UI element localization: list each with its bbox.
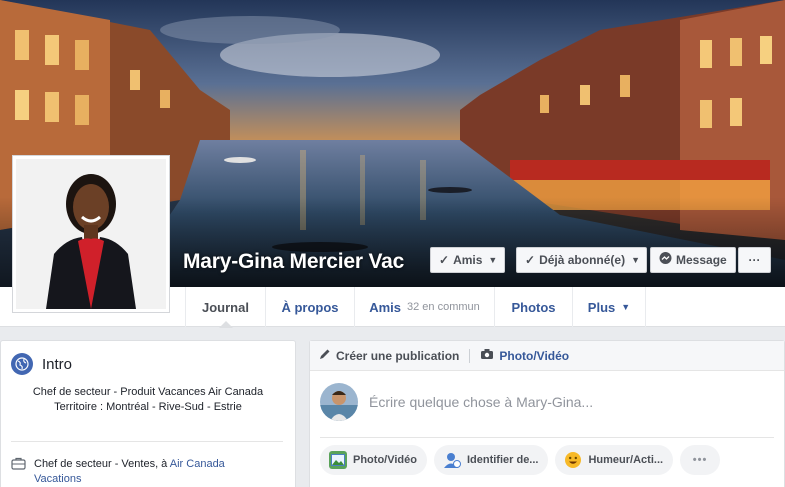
tag-person-icon (443, 451, 461, 469)
divider (11, 441, 283, 442)
profile-name[interactable]: Mary-Gina Mercier Vac (183, 250, 404, 274)
profile-photo-illustration (16, 159, 166, 309)
composer-avatar (320, 383, 358, 421)
caret-down-icon: ▼ (631, 255, 640, 265)
intro-bio-line: Chef de secteur - Produit Vacances Air C… (32, 386, 264, 398)
tab-friends-label: Amis (369, 299, 402, 315)
message-button[interactable]: Message (650, 247, 736, 273)
feeling-activity-button[interactable]: Humeur/Acti... (555, 445, 674, 475)
intro-title: Intro (42, 355, 73, 373)
check-icon: ✓ (439, 253, 450, 267)
work-title: Chef de secteur - Ventes, à (34, 458, 168, 470)
caret-down-icon: ▼ (621, 302, 631, 312)
work-company-link[interactable]: Air Canada (170, 458, 225, 470)
following-button[interactable]: ✓ Déjà abonné(e) ▼ (516, 247, 647, 273)
message-button-label: Message (676, 253, 727, 267)
intro-bio-line: Territoire : Montréal - Rive-Sud - Estri… (54, 401, 242, 413)
tab-friends[interactable]: Amis 32 en commun (354, 287, 494, 327)
work-company-link[interactable]: Vacations (34, 473, 82, 485)
feeling-activity-button-label: Humeur/Acti... (588, 454, 664, 466)
globe-icon (11, 353, 33, 375)
tab-about[interactable]: À propos (265, 287, 354, 327)
tag-friends-button[interactable]: Identifier de... (433, 445, 549, 475)
check-icon: ✓ (525, 253, 536, 267)
divider (469, 348, 471, 363)
messenger-icon (659, 252, 672, 268)
more-options-label: ··· (748, 253, 761, 267)
create-post-tab[interactable]: Créer une publication (319, 348, 459, 363)
intro-header: Intro (11, 353, 72, 375)
tag-friends-button-label: Identifier de... (466, 454, 539, 466)
tab-more-label: Plus (587, 299, 616, 315)
work-info: Chef de secteur - Ventes, à Air Canada V… (11, 457, 225, 487)
profile-picture[interactable] (12, 155, 170, 313)
composer-tabs: Créer une publication Photo/Vidéo (310, 341, 784, 371)
tab-photos-label: Photos (511, 299, 556, 315)
composer-more-button[interactable]: ••• (680, 445, 721, 475)
photo-video-button-label: Photo/Vidéo (353, 454, 417, 466)
briefcase-icon (11, 457, 26, 487)
caret-down-icon: ▼ (488, 255, 498, 265)
create-post-label: Créer une publication (336, 348, 460, 363)
tab-timeline[interactable]: Journal (185, 287, 265, 328)
photo-video-tab-label: Photo/Vidéo (499, 348, 570, 363)
tab-about-label: À propos (281, 299, 339, 315)
friends-button[interactable]: ✓ Amis ▼ (430, 247, 505, 273)
intro-card: Intro Chef de secteur - Produit Vacances… (0, 340, 296, 487)
smiley-icon (564, 451, 582, 469)
composer-more-label: ••• (692, 454, 708, 466)
tab-timeline-label: Journal (202, 299, 249, 315)
divider (320, 437, 774, 438)
photo-video-tab[interactable]: Photo/Vidéo (480, 348, 569, 363)
pencil-icon (319, 348, 331, 363)
photo-icon (329, 451, 347, 469)
friends-common-count: 32 en commun (407, 301, 480, 313)
photo-video-button[interactable]: Photo/Vidéo (320, 445, 427, 475)
tab-more[interactable]: Plus ▼ (572, 287, 646, 327)
friends-button-label: Amis (453, 253, 483, 267)
intro-bio: Chef de secteur - Produit Vacances Air C… (15, 385, 281, 415)
composer-actions: Photo/Vidéo Identifier de... Humeur/Acti… (320, 445, 721, 475)
composer-input[interactable]: Écrire quelque chose à Mary-Gina... (369, 394, 593, 410)
post-composer: Créer une publication Photo/Vidéo Écrire… (309, 340, 785, 487)
camera-icon (480, 348, 494, 363)
more-options-button[interactable]: ··· (738, 247, 771, 273)
following-button-label: Déjà abonné(e) (539, 253, 626, 267)
tab-photos[interactable]: Photos (494, 287, 572, 327)
